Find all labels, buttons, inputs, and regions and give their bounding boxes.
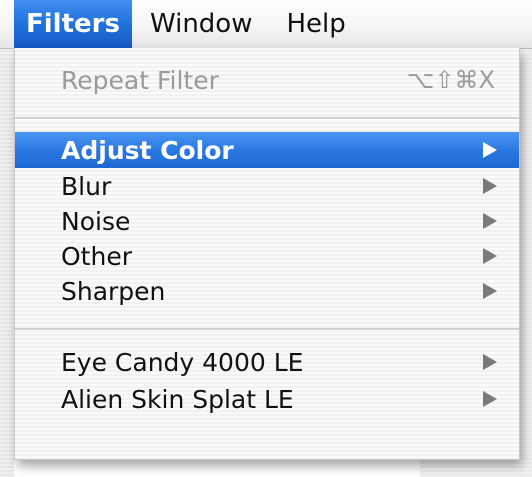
menu-item-label: Alien Skin Splat LE [61,384,294,414]
menubar-window[interactable]: Window [140,0,263,48]
menu-item-sharpen[interactable]: Sharpen [15,273,519,309]
submenu-arrow-icon [483,354,497,370]
screen: Filters Window Help Repeat Filter ⌥⇧⌘X A… [0,0,532,477]
submenu-arrow-icon [483,142,497,158]
menu-item-adjust-color[interactable]: Adjust Color [15,132,519,168]
menu-item-noise[interactable]: Noise [15,203,519,239]
submenu-arrow-icon [483,178,497,194]
menubar-filters[interactable]: Filters [14,0,132,48]
submenu-arrow-icon [483,391,497,407]
menu-separator [15,117,519,120]
menu-item-label: Repeat Filter [61,65,219,95]
menu-separator [15,328,519,331]
submenu-arrow-icon [483,213,497,229]
menu-item-other[interactable]: Other [15,238,519,274]
keyboard-shortcut: ⌥⇧⌘X [406,66,495,94]
menu-item-label: Adjust Color [61,135,234,165]
menu-item-label: Other [61,241,132,271]
menu-item-label: Blur [61,171,112,201]
filters-dropdown-menu: Repeat Filter ⌥⇧⌘X Adjust Color Blur Noi… [14,48,520,460]
menu-item-label: Eye Candy 4000 LE [61,347,304,377]
submenu-arrow-icon [483,248,497,264]
menu-item-blur[interactable]: Blur [15,168,519,204]
menu-item-eye-candy[interactable]: Eye Candy 4000 LE [15,344,519,380]
menu-item-alien-skin[interactable]: Alien Skin Splat LE [15,381,519,417]
background-window-left [0,48,14,477]
menu-item-label: Noise [61,206,131,236]
menu-bar: Filters Window Help [0,0,532,49]
submenu-arrow-icon [483,283,497,299]
menu-item-repeat-filter: Repeat Filter ⌥⇧⌘X [15,62,519,98]
menubar-help[interactable]: Help [276,0,355,48]
menu-item-label: Sharpen [61,276,166,306]
